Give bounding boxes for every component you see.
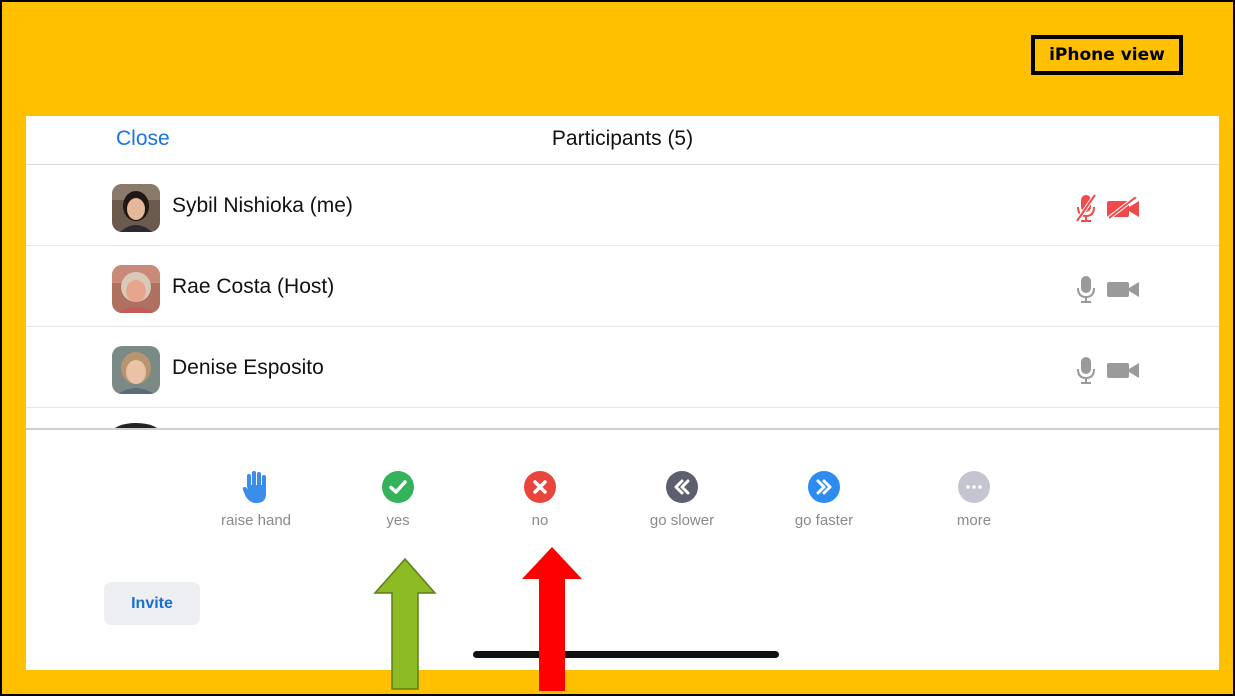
no-button[interactable]: no [485, 470, 595, 529]
avatar [112, 265, 160, 313]
video-off-icon[interactable] [1106, 195, 1140, 224]
rewind-icon [666, 471, 698, 503]
avatar [112, 184, 160, 232]
mic-icon[interactable] [1074, 274, 1098, 309]
iphone-view-label: iPhone view [1031, 35, 1183, 75]
more-button[interactable]: more [919, 470, 1029, 529]
raise-hand-button[interactable]: raise hand [201, 470, 311, 529]
slide-frame: iPhone view Close Participants (5) Sybil… [0, 0, 1235, 696]
yes-button[interactable]: yes [343, 470, 453, 529]
participant-name: Rae Costa (Host) [172, 275, 335, 298]
participant-name: Denise Esposito [172, 356, 324, 379]
raise-hand-label: raise hand [220, 512, 292, 529]
feedback-panel: raise hand yes no go slower go faster mo… [26, 430, 1219, 670]
x-icon [524, 471, 556, 503]
red-arrow-annotation [522, 547, 582, 691]
checkmark-icon [382, 471, 414, 503]
no-label: no [531, 512, 549, 529]
mic-icon[interactable] [1074, 355, 1098, 390]
participant-row[interactable]: Sybil Nishioka (me) [26, 165, 1219, 246]
green-arrow-annotation [373, 557, 437, 690]
participant-name: Sybil Nishioka (me) [172, 194, 353, 217]
more-label: more [956, 512, 992, 529]
participants-screen: Close Participants (5) Sybil Nishioka (m… [26, 116, 1219, 670]
invite-button[interactable]: Invite [104, 582, 200, 625]
mic-muted-icon[interactable] [1074, 193, 1098, 228]
page-title: Participants (5) [551, 127, 694, 150]
go-faster-button[interactable]: go faster [769, 470, 879, 529]
home-indicator[interactable] [473, 651, 779, 658]
go-faster-label: go faster [794, 512, 854, 529]
more-dots-icon [958, 471, 990, 503]
participants-header: Close Participants (5) [26, 116, 1219, 165]
video-camera-icon[interactable] [1106, 278, 1140, 305]
go-slower-button[interactable]: go slower [627, 470, 737, 529]
raised-hand-icon [242, 471, 266, 503]
participant-row[interactable]: Rae Costa (Host) [26, 246, 1219, 327]
go-slower-label: go slower [649, 512, 715, 529]
video-camera-icon[interactable] [1106, 359, 1140, 386]
fast-forward-icon [808, 471, 840, 503]
yes-label: yes [386, 512, 410, 529]
participant-row[interactable]: Denise Esposito [26, 327, 1219, 408]
avatar [112, 346, 160, 394]
